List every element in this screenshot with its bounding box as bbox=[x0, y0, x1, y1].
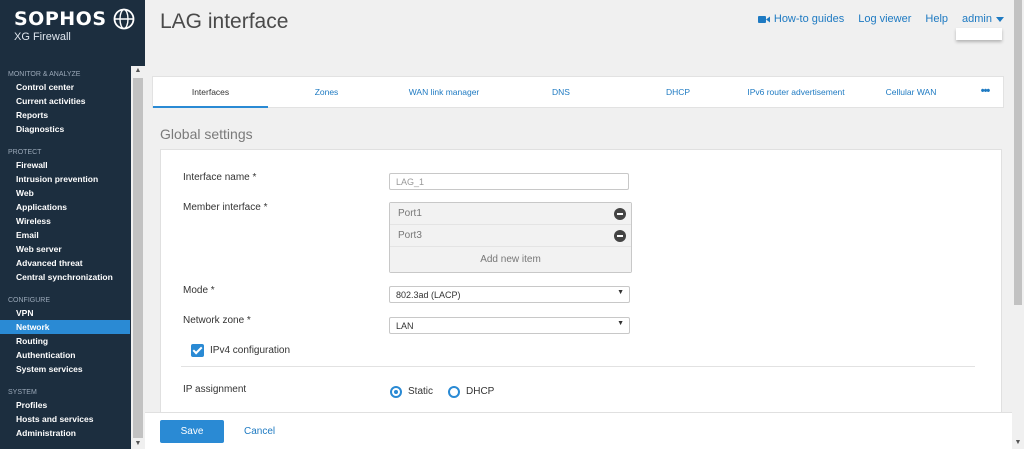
dhcp-radio-label: DHCP bbox=[466, 386, 495, 397]
nav-item-web[interactable]: Web bbox=[0, 186, 130, 200]
sidebar: SOPHOS XG Firewall MONITOR & ANALYZE Con… bbox=[0, 0, 145, 449]
globe-icon bbox=[113, 8, 134, 30]
nav-section-heading: CONFIGURE bbox=[8, 297, 50, 304]
nav-item-network[interactable]: Network bbox=[0, 320, 130, 334]
logo: SOPHOS XG Firewall bbox=[0, 0, 145, 66]
chevron-down-icon bbox=[996, 16, 1004, 22]
nav-section-heading: PROTECT bbox=[8, 149, 42, 156]
page-scrollbar[interactable]: ▼ bbox=[1012, 0, 1024, 449]
mode-label: Mode * bbox=[183, 285, 215, 296]
log-viewer-link[interactable]: Log viewer bbox=[858, 13, 911, 25]
help-link[interactable]: Help bbox=[925, 13, 948, 25]
nav-item-firewall[interactable]: Firewall bbox=[0, 158, 130, 172]
member-interface-label: Member interface * bbox=[183, 202, 268, 213]
product-name: XG Firewall bbox=[14, 31, 71, 43]
tab-cellular-wan[interactable]: Cellular WAN bbox=[855, 77, 967, 108]
nav-item-intrusion-prevention[interactable]: Intrusion prevention bbox=[0, 172, 130, 186]
user-menu-dropdown bbox=[956, 28, 1002, 40]
global-settings-panel: Interface name * LAG_1 Member interface … bbox=[160, 149, 1002, 420]
tab-bar: Interfaces Zones WAN link manager DNS DH… bbox=[152, 76, 1004, 108]
sidebar-scroll-thumb[interactable] bbox=[133, 78, 143, 438]
page-scroll-thumb[interactable] bbox=[1014, 0, 1022, 305]
nav-item-reports[interactable]: Reports bbox=[0, 108, 130, 122]
form-footer: Save Cancel bbox=[145, 412, 1012, 449]
page-title: LAG interface bbox=[160, 10, 289, 33]
top-links: How-to guides Log viewer Help admin bbox=[757, 13, 1004, 25]
member-port-label: Port1 bbox=[398, 208, 422, 219]
network-zone-value: LAN bbox=[396, 321, 414, 331]
nav-item-routing[interactable]: Routing bbox=[0, 334, 130, 348]
tab-interfaces[interactable]: Interfaces bbox=[153, 77, 268, 108]
main-nav: MONITOR & ANALYZE Control center Current… bbox=[0, 70, 130, 440]
dropdown-arrow-icon: ▼ bbox=[617, 320, 624, 327]
nav-item-profiles[interactable]: Profiles bbox=[0, 398, 130, 412]
user-name: admin bbox=[962, 13, 992, 25]
nav-item-hosts-and-services[interactable]: Hosts and services bbox=[0, 412, 130, 426]
nav-item-email[interactable]: Email bbox=[0, 228, 130, 242]
tab-wan-link-manager[interactable]: WAN link manager bbox=[385, 77, 503, 108]
nav-item-vpn[interactable]: VPN bbox=[0, 306, 130, 320]
nav-item-applications[interactable]: Applications bbox=[0, 200, 130, 214]
save-button[interactable]: Save bbox=[160, 420, 224, 443]
mode-value: 802.3ad (LACP) bbox=[396, 290, 461, 300]
section-title: Global settings bbox=[160, 126, 253, 142]
add-new-item-button[interactable]: Add new item bbox=[390, 247, 631, 272]
remove-icon[interactable] bbox=[614, 230, 626, 242]
divider bbox=[181, 366, 975, 367]
sidebar-scrollbar[interactable]: ▲ ▼ bbox=[131, 66, 145, 449]
network-zone-select[interactable]: LAN ▼ bbox=[389, 317, 630, 334]
interface-name-input[interactable]: LAG_1 bbox=[389, 173, 629, 190]
cancel-button[interactable]: Cancel bbox=[244, 420, 275, 443]
more-tabs-icon[interactable]: ••• bbox=[967, 77, 1003, 107]
list-item: Port1 bbox=[390, 203, 631, 225]
nav-section-heading: SYSTEM bbox=[8, 389, 37, 396]
network-zone-label: Network zone * bbox=[183, 315, 251, 326]
member-port-label: Port3 bbox=[398, 230, 422, 241]
nav-item-central-synchronization[interactable]: Central synchronization bbox=[0, 270, 130, 284]
dropdown-arrow-icon: ▼ bbox=[617, 289, 624, 296]
member-interface-list: Port1 Port3 Add new item bbox=[389, 202, 632, 273]
nav-item-current-activities[interactable]: Current activities bbox=[0, 94, 130, 108]
nav-item-control-center[interactable]: Control center bbox=[0, 80, 130, 94]
howto-link[interactable]: How-to guides bbox=[757, 13, 845, 25]
static-radio[interactable] bbox=[390, 386, 402, 398]
brand-name: SOPHOS bbox=[14, 8, 107, 30]
list-item: Port3 bbox=[390, 225, 631, 247]
remove-icon[interactable] bbox=[614, 208, 626, 220]
interface-name-label: Interface name * bbox=[183, 172, 257, 183]
mode-select[interactable]: 802.3ad (LACP) ▼ bbox=[389, 286, 630, 303]
nav-item-administration[interactable]: Administration bbox=[0, 426, 130, 440]
ip-assignment-label: IP assignment bbox=[183, 384, 247, 395]
tab-dns[interactable]: DNS bbox=[503, 77, 619, 108]
tab-dhcp[interactable]: DHCP bbox=[619, 77, 737, 108]
tab-zones[interactable]: Zones bbox=[268, 77, 385, 108]
nav-item-wireless[interactable]: Wireless bbox=[0, 214, 130, 228]
nav-item-authentication[interactable]: Authentication bbox=[0, 348, 130, 362]
scroll-down-icon[interactable]: ▼ bbox=[131, 439, 145, 449]
ipv4-configuration-checkbox[interactable] bbox=[191, 344, 204, 357]
page-header: LAG interface How-to guides Log viewer H… bbox=[145, 0, 1012, 66]
video-camera-icon bbox=[757, 15, 770, 23]
ipv4-configuration-label: IPv4 configuration bbox=[210, 345, 291, 356]
static-radio-label: Static bbox=[408, 386, 434, 397]
howto-label: How-to guides bbox=[773, 13, 845, 25]
scroll-up-icon[interactable]: ▲ bbox=[131, 66, 145, 76]
dhcp-radio[interactable] bbox=[448, 386, 460, 398]
nav-section-heading: MONITOR & ANALYZE bbox=[8, 71, 81, 78]
tab-ipv6-router-advertisement[interactable]: IPv6 router advertisement bbox=[737, 77, 855, 108]
nav-item-diagnostics[interactable]: Diagnostics bbox=[0, 122, 130, 136]
nav-item-system-services[interactable]: System services bbox=[0, 362, 130, 376]
nav-item-advanced-threat[interactable]: Advanced threat bbox=[0, 256, 130, 270]
nav-item-web-server[interactable]: Web server bbox=[0, 242, 130, 256]
scroll-down-icon[interactable]: ▼ bbox=[1012, 439, 1024, 447]
user-menu[interactable]: admin bbox=[962, 13, 1004, 25]
